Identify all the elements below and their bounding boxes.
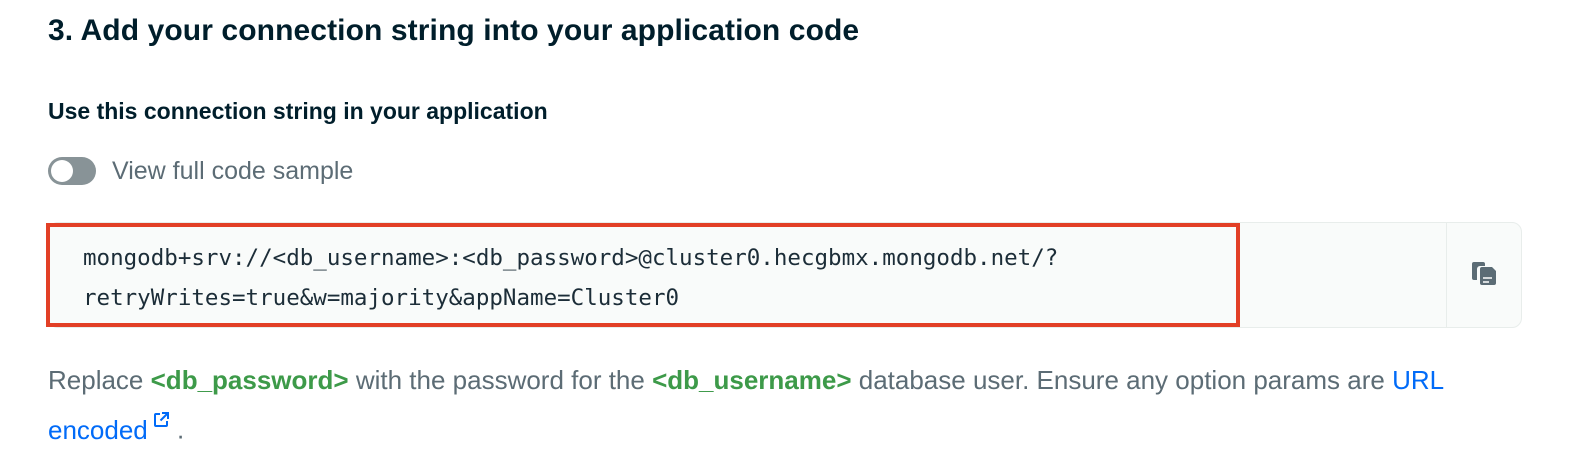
desc-part-4: . (169, 414, 185, 445)
db-username-token: <db_username> (652, 365, 852, 395)
toggle-knob (51, 160, 73, 182)
desc-part-3: database user. Ensure any option params … (851, 365, 1393, 395)
connection-string[interactable]: mongodb+srv://<db_username>:<db_password… (83, 238, 1058, 318)
copy-button[interactable] (1446, 223, 1521, 327)
db-password-token: <db_password> (150, 365, 349, 395)
external-link-icon (152, 400, 170, 440)
step-title: 3. Add your connection string into your … (48, 14, 860, 47)
connection-string-line-2: retryWrites=true&w=majority&appName=Clus… (83, 285, 680, 311)
toggle-label: View full code sample (112, 156, 354, 185)
desc-part-2: with the password for the (348, 365, 653, 395)
view-full-code-toggle[interactable] (48, 157, 96, 185)
instructions-text: Replace <db_password> with the password … (48, 360, 1548, 450)
connection-string-line-1: mongodb+srv://<db_username>:<db_password… (83, 245, 1059, 271)
copy-icon (1468, 257, 1500, 294)
section-subtitle: Use this connection string in your appli… (48, 98, 548, 124)
desc-part-1: Replace (48, 365, 151, 395)
view-full-code-toggle-row[interactable]: View full code sample (48, 153, 353, 189)
connection-string-box: mongodb+srv://<db_username>:<db_password… (48, 222, 1522, 328)
